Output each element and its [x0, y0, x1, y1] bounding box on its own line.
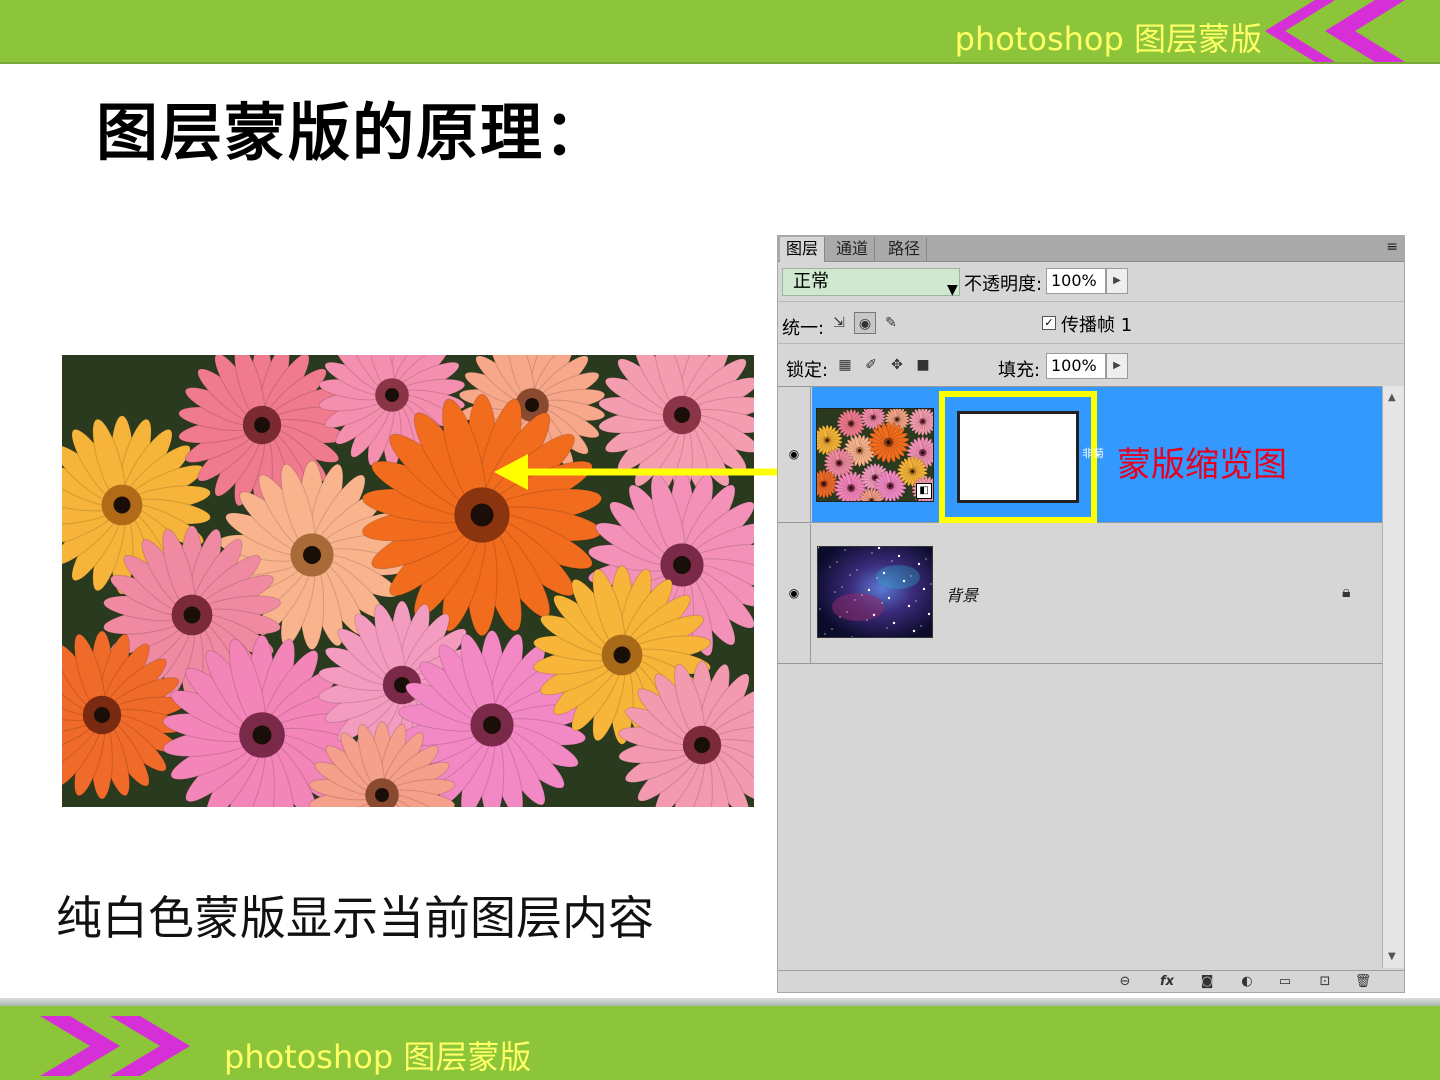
add-mask-icon[interactable]: ◙	[1196, 973, 1218, 991]
panel-menu-icon[interactable]: ≡	[1386, 239, 1398, 255]
background-thumbnail[interactable]	[817, 546, 933, 638]
lock-paint-icon[interactable]: ✐	[860, 354, 882, 376]
header-title: photoshop 图层蒙版	[954, 20, 1262, 58]
footer-divider	[0, 998, 1440, 1006]
lock-fill-row: 锁定: ▦ ✐ ✥ ■ 填充: 100% ▶	[778, 346, 1404, 386]
opacity-slider-button[interactable]: ▶	[1106, 268, 1128, 294]
fx-icon[interactable]: fx	[1156, 973, 1178, 991]
new-layer-icon[interactable]: ⊡	[1314, 973, 1336, 991]
footer-title: photoshop 图层蒙版	[224, 1038, 532, 1076]
unify-position-icon[interactable]: ⇲	[828, 312, 850, 334]
scroll-up-icon[interactable]: ▲	[1388, 392, 1396, 403]
unify-row: 统一: ⇲ ◉ ✎ ✓ 传播帧 1	[778, 304, 1404, 344]
flower-illustration	[62, 355, 754, 807]
layer-row-flowers[interactable]: ◉ ◧ 非菊 蒙版缩览图	[778, 386, 1382, 523]
lock-position-icon[interactable]: ✥	[886, 354, 908, 376]
lock-icon: 🔒︎	[1342, 582, 1351, 601]
fill-input[interactable]: 100%	[1046, 353, 1106, 379]
layers-panel: 图层 通道 路径 ≡ 正常 ▼ 不透明度: 100% ▶ 统一: ⇲ ◉ ✎ ✓…	[777, 235, 1405, 993]
fill-label: 填充:	[998, 360, 1041, 381]
layer-name[interactable]: 背景	[946, 582, 978, 606]
footer-bar	[0, 1006, 1440, 1080]
blend-opacity-row: 正常 ▼ 不透明度: 100% ▶	[778, 264, 1404, 302]
header-bar: photoshop 图层蒙版	[0, 0, 1440, 64]
flower-image	[62, 355, 754, 807]
lock-label: 锁定:	[786, 360, 829, 381]
eye-icon[interactable]: ◉	[784, 586, 804, 600]
lock-transparency-icon[interactable]: ▦	[834, 354, 856, 376]
link-layers-icon[interactable]: ⊖	[1114, 973, 1136, 991]
mask-thumbnail-highlight	[939, 391, 1097, 523]
chevron-down-icon: ▼	[947, 282, 958, 298]
trash-icon[interactable]: 🗑︎	[1352, 973, 1374, 991]
blend-mode-value: 正常	[793, 271, 829, 292]
panel-footer: ⊖ fx ◙ ◐ ▭ ⊡ 🗑︎	[778, 970, 1404, 992]
lock-all-icon[interactable]: ■	[912, 354, 934, 376]
visibility-cell[interactable]: ◉	[778, 524, 811, 663]
visibility-cell[interactable]: ◉	[778, 387, 811, 522]
scroll-down-icon[interactable]: ▼	[1388, 951, 1396, 962]
opacity-label: 不透明度:	[964, 274, 1043, 295]
layer-body[interactable]: ◧ 非菊 蒙版缩览图	[812, 387, 1382, 523]
mask-thumbnail[interactable]	[957, 411, 1079, 503]
fill-slider-button[interactable]: ▶	[1106, 353, 1128, 379]
unify-label: 统一:	[782, 318, 825, 339]
new-group-icon[interactable]: ▭	[1274, 973, 1296, 991]
slide-caption: 纯白色蒙版显示当前图层内容	[56, 891, 654, 945]
adjustment-layer-icon[interactable]: ◐	[1236, 973, 1258, 991]
chevron-right-icon	[40, 1016, 190, 1076]
panel-tab-bar: 图层 通道 路径 ≡	[778, 236, 1404, 262]
chevron-left-icon	[1265, 0, 1405, 62]
layers-scrollbar[interactable]: ▲ ▼	[1382, 386, 1404, 968]
blend-mode-select[interactable]: 正常 ▼	[782, 268, 960, 298]
unify-style-icon[interactable]: ✎	[880, 312, 902, 334]
propagate-checkbox[interactable]: ✓	[1042, 316, 1056, 330]
propagate-label: 传播帧 1	[1061, 315, 1133, 336]
slide-title: 图层蒙版的原理：	[96, 96, 609, 169]
layer-name[interactable]: 非菊	[1082, 445, 1104, 461]
smart-object-icon: ◧	[916, 483, 932, 499]
layer-row-background[interactable]: ◉ 背景 🔒︎	[778, 524, 1382, 664]
tab-paths[interactable]: 路径	[882, 237, 928, 262]
eye-icon[interactable]: ◉	[784, 447, 804, 461]
tab-layers[interactable]: 图层	[780, 237, 826, 262]
unify-visibility-icon[interactable]: ◉	[854, 312, 876, 334]
opacity-input[interactable]: 100%	[1046, 268, 1106, 294]
mask-annotation: 蒙版缩览图	[1117, 445, 1287, 485]
tab-channels[interactable]: 通道	[830, 237, 876, 262]
